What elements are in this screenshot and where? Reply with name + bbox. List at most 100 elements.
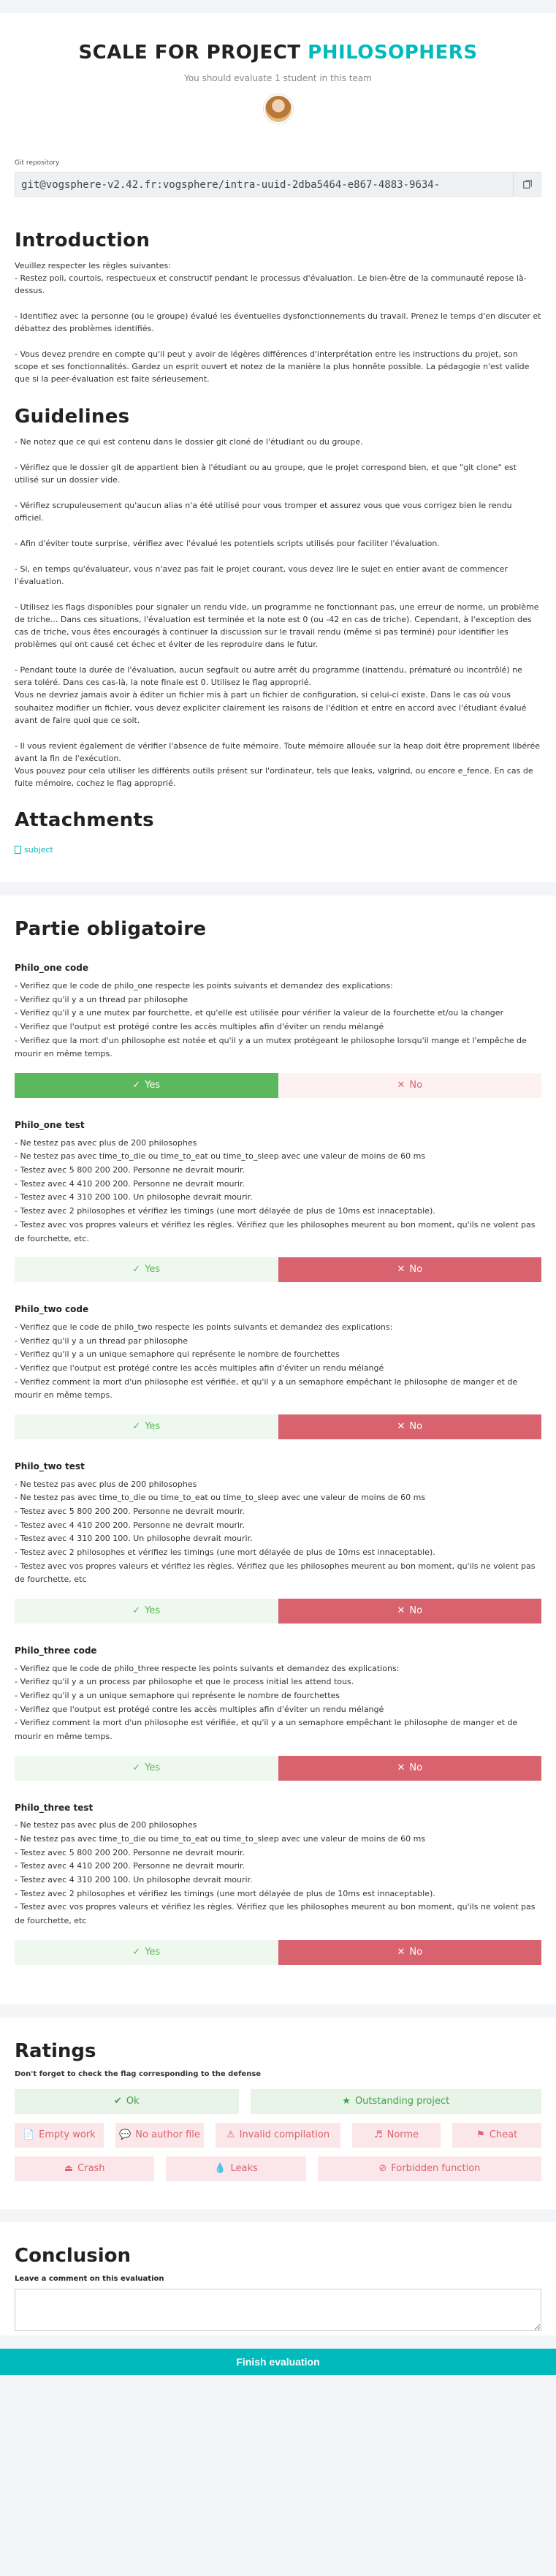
conclusion-section: Conclusion Leave a comment on this evalu… bbox=[0, 2221, 556, 2336]
cheat-flag-button[interactable]: ⚑ Cheat bbox=[452, 2122, 542, 2148]
question-text: - Verifiez que le code de philo_one resp… bbox=[15, 981, 527, 1059]
git-url-field[interactable]: git@vogsphere-v2.42.fr:vogsphere/intra-u… bbox=[15, 173, 513, 196]
guidelines-paragraph: - Afin d'éviter toute surprise, vérifiez… bbox=[15, 539, 440, 549]
yes-no-toggle: ✓ Yes ✕ No bbox=[15, 1599, 541, 1624]
evaluation-page: SCALE FOR PROJECT PHILOSOPHERS You shoul… bbox=[0, 0, 556, 2375]
leaks-flag-label: Leaks bbox=[230, 2162, 258, 2174]
top-band bbox=[0, 0, 556, 13]
check-icon: ✓ bbox=[132, 1762, 141, 1773]
invalid-compilation-flag-button[interactable]: ⚠ Invalid compilation bbox=[216, 2122, 340, 2148]
introduction-text: Veuillez respecter les règles suivantes:… bbox=[15, 260, 541, 385]
avatar[interactable] bbox=[263, 94, 293, 124]
no-button[interactable]: ✕ No bbox=[278, 1414, 541, 1439]
question-text: - Ne testez pas avec plus de 200 philoso… bbox=[15, 1137, 536, 1243]
ratings-section: Ratings Don't forget to check the flag c… bbox=[0, 2017, 556, 2209]
introduction-paragraph: - Vous devez prendre en compte qu'il peu… bbox=[15, 349, 530, 384]
crash-flag-button[interactable]: ⏏ Crash bbox=[15, 2156, 155, 2181]
git-repository-box: git@vogsphere-v2.42.fr:vogsphere/intra-u… bbox=[15, 171, 541, 197]
no-button[interactable]: ✕ No bbox=[278, 1939, 541, 1965]
comment-label: Leave a comment on this evaluation bbox=[15, 2274, 164, 2283]
finish-evaluation-button[interactable]: Finish evaluation bbox=[0, 2348, 556, 2375]
yes-button[interactable]: ✓ Yes bbox=[15, 1414, 278, 1439]
guidelines-paragraph: - Vérifiez que le dossier git de apparti… bbox=[15, 462, 517, 485]
document-icon bbox=[15, 846, 21, 855]
no-button[interactable]: ✕ No bbox=[278, 1755, 541, 1781]
questions-list: Philo_one code - Verifiez que le code de … bbox=[15, 961, 541, 1965]
yes-button[interactable]: ✓ Yes bbox=[15, 1257, 278, 1283]
guidelines-paragraph: - Il vous revient également de vérifier … bbox=[15, 740, 540, 788]
yes-button[interactable]: ✓ Yes bbox=[15, 1755, 278, 1781]
copy-icon[interactable] bbox=[513, 172, 541, 196]
guidelines-paragraph: - Si, en temps qu'évaluateur, vous n'ave… bbox=[15, 564, 508, 587]
introduction-title: Introduction bbox=[15, 229, 151, 251]
page-subtitle: You should evaluate 1 student in this te… bbox=[184, 73, 372, 84]
question-title: Philo_one test bbox=[15, 1120, 85, 1131]
check-icon: ✔ bbox=[113, 2095, 122, 2107]
norme-flag-label: Norme bbox=[386, 2129, 419, 2140]
outstanding-flag-button[interactable]: ★ Outstanding project bbox=[250, 2088, 541, 2114]
check-icon: ✓ bbox=[132, 1605, 141, 1616]
no-author-file-flag-button[interactable]: 💬 No author file bbox=[115, 2122, 205, 2148]
no-label: No bbox=[409, 1264, 423, 1276]
yes-button[interactable]: ✓ Yes bbox=[15, 1599, 278, 1624]
no-button[interactable]: ✕ No bbox=[278, 1599, 541, 1624]
guidelines-text: - Ne notez que ce qui est contenu dans l… bbox=[15, 436, 541, 789]
yes-no-toggle: ✓ Yes ✕ No bbox=[15, 1073, 541, 1099]
check-icon: ✓ bbox=[132, 1946, 141, 1958]
subject-link[interactable]: subject bbox=[15, 844, 541, 856]
forbidden-function-flag-button[interactable]: ⊘ Forbidden function bbox=[317, 2156, 541, 2181]
guidelines-title: Guidelines bbox=[15, 405, 130, 428]
norme-flag-button[interactable]: ♬ Norme bbox=[351, 2122, 441, 2148]
no-label: No bbox=[409, 1080, 423, 1091]
mandatory-title: Partie obligatoire bbox=[15, 918, 207, 941]
guidelines-paragraph: - Vérifiez scrupuleusement qu'aucun alia… bbox=[15, 500, 512, 523]
check-icon: ✓ bbox=[132, 1264, 141, 1276]
yes-label: Yes bbox=[145, 1420, 161, 1432]
yes-no-toggle: ✓ Yes ✕ No bbox=[15, 1257, 541, 1283]
empty-work-flag-button[interactable]: 📄 Empty work bbox=[15, 2122, 104, 2148]
yes-no-toggle: ✓ Yes ✕ No bbox=[15, 1414, 541, 1439]
no-button[interactable]: ✕ No bbox=[278, 1257, 541, 1283]
star-icon: ★ bbox=[342, 2095, 351, 2107]
norme-icon: ♬ bbox=[373, 2129, 383, 2140]
leaks-flag-button[interactable]: 💧 Leaks bbox=[166, 2156, 306, 2181]
ok-flag-label: Ok bbox=[126, 2095, 140, 2107]
yes-button[interactable]: ✓ Yes bbox=[15, 1073, 278, 1099]
yes-button[interactable]: ✓ Yes bbox=[15, 1939, 278, 1965]
crash-flag-label: Crash bbox=[77, 2162, 105, 2174]
no-label: No bbox=[409, 1946, 423, 1958]
close-icon: ✕ bbox=[397, 1264, 405, 1276]
crash-icon: ⏏ bbox=[64, 2162, 74, 2174]
page-header: SCALE FOR PROJECT PHILOSOPHERS You shoul… bbox=[15, 13, 541, 140]
close-icon: ✕ bbox=[397, 1762, 405, 1773]
no-button[interactable]: ✕ No bbox=[278, 1073, 541, 1099]
empty-work-flag-label: Empty work bbox=[39, 2129, 96, 2140]
question-title: Philo_two test bbox=[15, 1461, 85, 1471]
invalid-compilation-flag-label: Invalid compilation bbox=[239, 2129, 330, 2140]
check-icon: ✓ bbox=[132, 1080, 141, 1091]
empty-work-icon: 📄 bbox=[22, 2129, 35, 2140]
question-block: Philo_three code - Verifiez que le code d… bbox=[15, 1644, 541, 1781]
subject-link-label[interactable]: subject bbox=[24, 844, 53, 856]
yes-label: Yes bbox=[145, 1762, 161, 1773]
conclusion-title: Conclusion bbox=[15, 2244, 132, 2267]
title-prefix: SCALE FOR PROJECT bbox=[78, 42, 308, 64]
close-icon: ✕ bbox=[397, 1080, 405, 1091]
question-block: Philo_three test - Ne testez pas avec plu… bbox=[15, 1801, 541, 1965]
no-author-file-icon: 💬 bbox=[119, 2129, 132, 2140]
no-label: No bbox=[409, 1420, 423, 1432]
question-block: Philo_one code - Verifiez que le code de … bbox=[15, 961, 541, 1099]
close-icon: ✕ bbox=[397, 1605, 405, 1616]
guidelines-paragraph: - Ne notez que ce qui est contenu dans l… bbox=[15, 436, 363, 447]
forbidden-function-icon: ⊘ bbox=[378, 2162, 387, 2174]
check-icon: ✓ bbox=[132, 1420, 141, 1432]
yes-no-toggle: ✓ Yes ✕ No bbox=[15, 1755, 541, 1781]
forbidden-function-flag-label: Forbidden function bbox=[391, 2162, 481, 2174]
main-card: SCALE FOR PROJECT PHILOSOPHERS You shoul… bbox=[0, 13, 556, 883]
question-title: Philo_two code bbox=[15, 1304, 89, 1315]
comment-textarea[interactable] bbox=[15, 2289, 541, 2332]
ratings-title: Ratings bbox=[15, 2039, 96, 2062]
title-project-name: PHILOSOPHERS bbox=[308, 42, 478, 64]
ok-flag-button[interactable]: ✔ Ok bbox=[15, 2088, 239, 2114]
cheat-flag-label: Cheat bbox=[489, 2129, 518, 2140]
